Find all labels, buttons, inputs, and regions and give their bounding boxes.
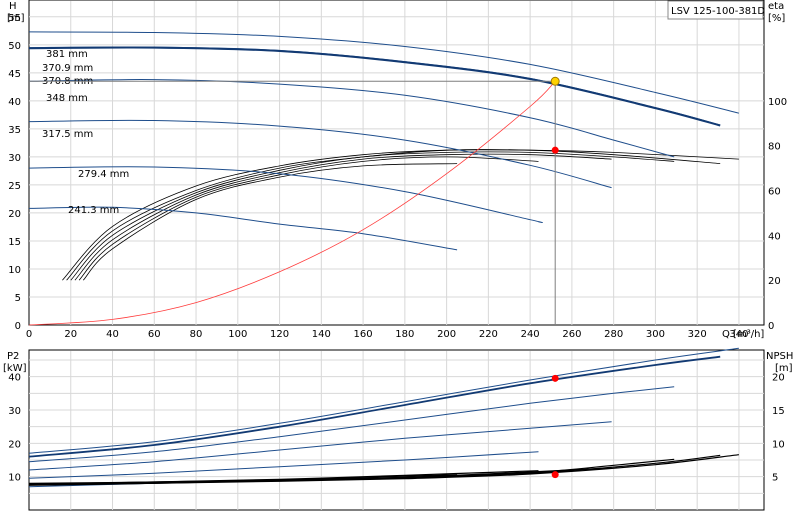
eta-tick-20: 20 bbox=[768, 276, 781, 287]
h-tick-20: 20 bbox=[8, 209, 21, 220]
h-tick-30: 30 bbox=[8, 153, 21, 164]
curve-label-370-9-mm: 370.9 mm bbox=[42, 63, 93, 74]
eta-tick-100: 100 bbox=[768, 97, 787, 108]
curve-label-348-mm: 348 mm bbox=[46, 93, 88, 104]
curve-label-279-4-mm: 279.4 mm bbox=[78, 169, 129, 180]
h-tick-0: 0 bbox=[15, 321, 21, 332]
x-tick-300: 300 bbox=[646, 329, 665, 340]
h-tick-45: 45 bbox=[8, 69, 21, 80]
h-tick-50: 50 bbox=[8, 41, 21, 52]
x-tick-200: 200 bbox=[437, 329, 456, 340]
p2-tick-30: 30 bbox=[8, 406, 21, 417]
bottom-plot-area bbox=[28, 349, 765, 511]
x-tick-240: 240 bbox=[521, 329, 540, 340]
eta-axis-unit: [%] bbox=[768, 13, 785, 24]
x-tick-40: 40 bbox=[106, 329, 119, 340]
npsh-tick-20: 20 bbox=[772, 373, 785, 384]
x-tick-100: 100 bbox=[228, 329, 247, 340]
eta-tick-40: 40 bbox=[768, 231, 781, 242]
x-tick-220: 220 bbox=[479, 329, 498, 340]
h-tick-35: 35 bbox=[8, 125, 21, 136]
duty-point-npsh bbox=[551, 471, 559, 479]
h-tick-5: 5 bbox=[15, 293, 21, 304]
h-tick-55: 55 bbox=[8, 13, 21, 24]
x-tick-140: 140 bbox=[312, 329, 331, 340]
x-tick-20: 20 bbox=[64, 329, 77, 340]
p2-tick-40: 40 bbox=[8, 373, 21, 384]
eta-tick-0: 0 bbox=[768, 321, 774, 332]
h-tick-15: 15 bbox=[8, 237, 21, 248]
h-axis-label: H bbox=[9, 1, 17, 12]
npsh-tick-5: 5 bbox=[772, 473, 778, 484]
x-tick-80: 80 bbox=[190, 329, 203, 340]
eta-axis-label: eta bbox=[768, 1, 784, 12]
npsh-tick-15: 15 bbox=[772, 406, 785, 417]
pump-performance-chart: LSV 125-100-381D H [m] eta [%] Q [m³/h] … bbox=[3, 0, 793, 511]
eta-tick-60: 60 bbox=[768, 187, 781, 198]
x-tick-320: 320 bbox=[688, 329, 707, 340]
p2-tick-10: 10 bbox=[8, 473, 21, 484]
top-plot-area bbox=[28, 0, 765, 326]
npsh-tick-10: 10 bbox=[772, 439, 785, 450]
npsh-axis-label: NPSH bbox=[766, 351, 793, 362]
x-tick-120: 120 bbox=[270, 329, 289, 340]
x-tick-280: 280 bbox=[604, 329, 623, 340]
x-tick-60: 60 bbox=[148, 329, 161, 340]
x-tick-0: 0 bbox=[26, 329, 32, 340]
p2-tick-20: 20 bbox=[8, 439, 21, 450]
model-label: LSV 125-100-381D bbox=[671, 6, 765, 17]
curve-label-317-5-mm: 317.5 mm bbox=[42, 129, 93, 140]
curve-label-241-3-mm: 241.3 mm bbox=[68, 205, 119, 216]
h-tick-40: 40 bbox=[8, 97, 21, 108]
x-tick-340: 340 bbox=[729, 329, 748, 340]
duty-point-p2 bbox=[551, 374, 559, 382]
p2-axis-label: P2 bbox=[7, 351, 19, 362]
duty-point-head bbox=[550, 76, 560, 86]
eta-tick-80: 80 bbox=[768, 142, 781, 153]
curve-label-381-mm: 381 mm bbox=[46, 49, 88, 60]
h-tick-10: 10 bbox=[8, 265, 21, 276]
duty-point-eta bbox=[551, 146, 559, 154]
x-tick-260: 260 bbox=[562, 329, 581, 340]
h-tick-25: 25 bbox=[8, 181, 21, 192]
x-tick-180: 180 bbox=[395, 329, 414, 340]
x-tick-160: 160 bbox=[354, 329, 373, 340]
